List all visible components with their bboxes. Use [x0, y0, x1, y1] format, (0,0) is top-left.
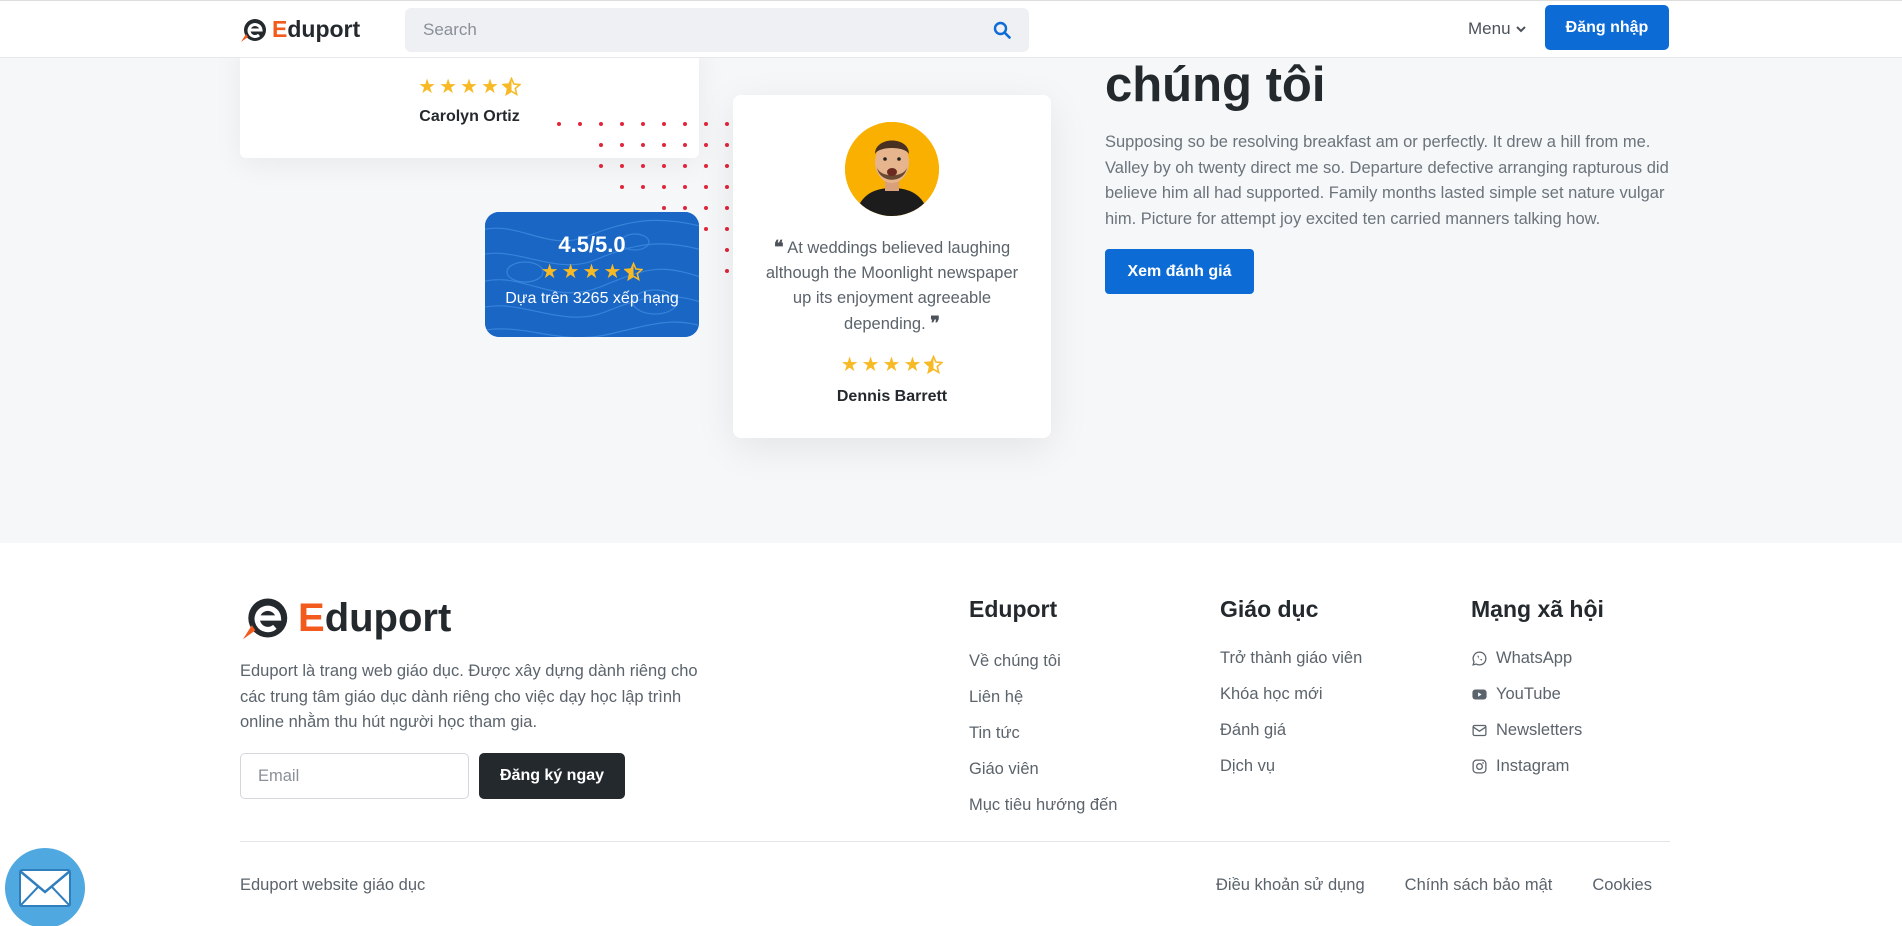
footer-link[interactable]: Liên hệ	[969, 679, 1117, 715]
whatsapp-icon	[1472, 650, 1487, 666]
cookies-link[interactable]: Cookies	[1592, 876, 1652, 895]
footer-column-eduport: Eduport Về chúng tôi Liên hệ Tin tức Giá…	[969, 596, 1117, 823]
star-rating: ★ ★ ★ ★	[240, 77, 699, 97]
footer-divider	[240, 841, 1670, 842]
subscribe-button[interactable]: Đăng ký ngay	[479, 753, 625, 799]
testimonial-card-main: ❝ At weddings believed laughing although…	[733, 95, 1051, 438]
star-icon: ★	[861, 354, 880, 376]
mail-floating-button[interactable]	[5, 848, 85, 926]
social-link-youtube[interactable]: YouTube	[1471, 676, 1604, 712]
legal-links: Điều khoản sử dụng Chính sách bảo mật Co…	[1216, 876, 1652, 895]
social-link-label: Newsletters	[1496, 720, 1583, 739]
terms-link[interactable]: Điều khoản sử dụng	[1216, 876, 1365, 895]
star-icon: ★	[439, 76, 457, 98]
star-icon: ★	[903, 354, 922, 376]
star-half-icon	[924, 355, 944, 374]
menu-dropdown[interactable]: Menu	[1468, 19, 1527, 39]
search-input[interactable]: Search	[423, 20, 993, 40]
footer-brand-logo[interactable]: Eduport	[240, 595, 451, 641]
column-title: Mạng xã hội	[1471, 596, 1604, 622]
quote-close-icon: ❞	[930, 313, 940, 333]
star-half-icon	[624, 262, 644, 281]
envelope-icon	[1472, 724, 1487, 736]
avatar	[845, 122, 939, 216]
top-navbar: Eduport Search Menu Đăng nhập	[0, 0, 1902, 58]
star-icon: ★	[882, 354, 901, 376]
search-bar[interactable]: Search	[405, 8, 1029, 52]
brand-logo[interactable]: Eduport	[240, 16, 360, 43]
rating-caption: Dựa trên 3265 xếp hạng	[505, 290, 679, 307]
youtube-icon	[1472, 689, 1487, 699]
footer-link[interactable]: Trở thành giáo viên	[1220, 640, 1362, 676]
avatar-person-icon	[845, 122, 939, 216]
column-title: Eduport	[969, 596, 1058, 622]
privacy-link[interactable]: Chính sách bảo mật	[1405, 876, 1553, 895]
footer-link[interactable]: Dịch vụ	[1220, 748, 1362, 784]
star-icon: ★	[460, 76, 478, 98]
footer-link[interactable]: Mục tiêu hướng đến	[969, 787, 1117, 823]
star-icon: ★	[480, 76, 499, 98]
footer-link[interactable]: Tin tức	[969, 715, 1117, 751]
section-heading: chúng tôi	[1105, 58, 1326, 112]
instagram-icon	[1472, 758, 1487, 774]
star-icon: ★	[603, 261, 622, 283]
email-field[interactable]: Email	[240, 753, 469, 799]
star-rating: ★ ★ ★ ★	[733, 355, 1051, 375]
rating-score: 4.5/5.0	[558, 232, 626, 257]
copyright-text: Eduport website giáo dục	[240, 876, 426, 894]
footer: Eduport Eduport là trang web giáo dục. Đ…	[0, 543, 1902, 926]
footer-link[interactable]: Đánh giá	[1220, 712, 1362, 748]
brand-name: duport	[324, 595, 452, 640]
logo-mark-icon	[243, 598, 288, 640]
footer-link[interactable]: Giáo viên	[969, 751, 1117, 787]
footer-description: Eduport là trang web giáo dục. Được xây …	[240, 662, 698, 731]
star-half-icon	[501, 77, 521, 96]
quote-open-icon: ❝	[773, 237, 784, 257]
reviewer-name: Dennis Barrett	[836, 388, 948, 405]
star-icon: ★	[561, 261, 580, 283]
footer-link[interactable]: Về chúng tôi	[969, 643, 1117, 679]
envelope-icon	[19, 869, 71, 907]
search-icon[interactable]	[993, 21, 1011, 39]
chevron-down-icon	[1515, 26, 1526, 33]
footer-column-social: Mạng xã hội WhatsApp YouTube Newsletters…	[1471, 596, 1604, 784]
footer-column-education: Giáo dục Trở thành giáo viên Khóa học mớ…	[1220, 596, 1362, 784]
star-icon: ★	[840, 354, 859, 376]
brand-initial: E	[298, 595, 325, 640]
social-link-label: WhatsApp	[1496, 648, 1573, 667]
social-link-whatsapp[interactable]: WhatsApp	[1471, 640, 1604, 676]
brand-name: duport	[287, 16, 361, 42]
social-link-instagram[interactable]: Instagram	[1471, 748, 1604, 784]
column-title: Giáo dục	[1220, 596, 1319, 622]
social-link-label: Instagram	[1496, 756, 1570, 775]
view-reviews-button[interactable]: Xem đánh giá	[1105, 249, 1254, 294]
star-icon: ★	[418, 76, 437, 98]
brand-initial: E	[272, 16, 288, 42]
footer-link[interactable]: Khóa học mới	[1220, 676, 1362, 712]
social-link-label: YouTube	[1496, 684, 1561, 703]
star-rating: ★ ★ ★ ★	[485, 262, 699, 282]
testimonial-quote: ❝ At weddings believed laughing although…	[759, 235, 1025, 337]
star-icon: ★	[540, 261, 559, 283]
overall-rating-badge: 4.5/5.0 ★ ★ ★ ★ Dựa trên 3265 xếp hạng	[485, 212, 699, 337]
social-link-newsletters[interactable]: Newsletters	[1471, 712, 1604, 748]
quote-text: At weddings believed laughing although t…	[765, 239, 1019, 333]
login-button[interactable]: Đăng nhập	[1545, 5, 1669, 50]
logo-mark-icon	[241, 18, 266, 42]
menu-label: Menu	[1468, 19, 1511, 38]
section-description: Supposing so be resolving breakfast am o…	[1105, 133, 1669, 228]
star-icon: ★	[582, 261, 601, 283]
